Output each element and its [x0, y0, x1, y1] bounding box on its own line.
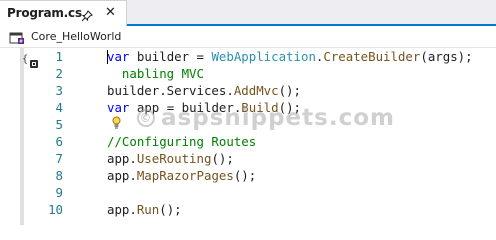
- line-number: 8: [55, 168, 63, 183]
- code-token: ();: [211, 151, 234, 166]
- watermark-text: aspsnippets.com: [161, 105, 395, 131]
- code-token: ();: [159, 202, 182, 217]
- code-line[interactable]: 7 app.UseRouting();: [0, 150, 496, 167]
- pin-icon[interactable]: [81, 7, 93, 22]
- code-token: CreateBuilder: [323, 49, 421, 64]
- code-token: AddMvc: [233, 83, 279, 98]
- line-number: 4: [55, 100, 63, 115]
- code-token: //Configuring Routes: [107, 134, 257, 149]
- code-text: //Configuring Routes: [107, 133, 256, 150]
- code-text: app.MapRazorPages();: [107, 167, 256, 184]
- project-selector[interactable]: Core_HelloWorld: [31, 30, 121, 43]
- code-token: WebApplication: [211, 49, 316, 64]
- line-number: 7: [55, 151, 63, 166]
- code-editor[interactable]: { 1 var builder = WebApplication.CreateBu…: [0, 48, 496, 225]
- code-token: app.: [107, 202, 137, 217]
- lightbulb-icon[interactable]: [109, 114, 124, 131]
- code-token: (args);: [420, 49, 473, 64]
- code-token: ();: [278, 83, 301, 98]
- code-line[interactable]: 8 app.MapRazorPages();: [0, 167, 496, 184]
- code-token: nabling MVC: [121, 66, 204, 81]
- code-token: builder =: [136, 49, 212, 64]
- line-number: 2: [55, 66, 63, 81]
- code-token: builder.Services.: [107, 83, 234, 98]
- close-icon[interactable]: ✕: [105, 4, 116, 22]
- line-number: 6: [55, 134, 63, 149]
- line-number: 10: [48, 202, 63, 217]
- svg-text:#: #: [19, 39, 23, 45]
- code-line[interactable]: 3 builder.Services.AddMvc();: [0, 82, 496, 99]
- code-line[interactable]: 9: [0, 184, 496, 201]
- tab-bar: Program.cs ✕: [0, 0, 496, 26]
- code-token: Run: [136, 202, 160, 217]
- text-caret: [107, 50, 108, 64]
- code-text: app.Run();: [107, 201, 182, 218]
- tab-program-cs[interactable]: Program.cs ✕: [0, 0, 127, 26]
- code-token: UseRouting: [136, 151, 212, 166]
- code-line[interactable]: 6 //Configuring Routes: [0, 133, 496, 150]
- code-token: ();: [233, 168, 257, 183]
- code-token: var: [107, 100, 130, 115]
- code-text: builder.Services.AddMvc();: [107, 82, 301, 99]
- code-line[interactable]: 10 app.Run();: [0, 201, 496, 218]
- code-token: app.: [107, 151, 137, 166]
- code-line[interactable]: 1 var builder = WebApplication.CreateBuil…: [0, 48, 496, 65]
- code-line[interactable]: 2 nabling MVC: [0, 65, 496, 82]
- code-token: app.: [107, 168, 137, 183]
- line-number: 5: [55, 117, 63, 132]
- line-number: 1: [55, 49, 63, 64]
- line-number: 3: [55, 83, 63, 98]
- code-text: var builder = WebApplication.CreateBuild…: [107, 48, 473, 65]
- code-token: MapRazorPages: [136, 168, 234, 183]
- line-number: 9: [55, 185, 63, 200]
- csharp-project-icon: #: [9, 30, 25, 45]
- code-text: nabling MVC: [107, 65, 204, 82]
- copyright-icon: ©: [137, 109, 155, 127]
- navigation-bar: # Core_HelloWorld: [0, 26, 496, 48]
- tab-title: Program.cs: [7, 6, 82, 20]
- code-token: var: [107, 49, 130, 64]
- code-text: app.UseRouting();: [107, 150, 234, 167]
- watermark: © aspsnippets.com: [137, 105, 395, 131]
